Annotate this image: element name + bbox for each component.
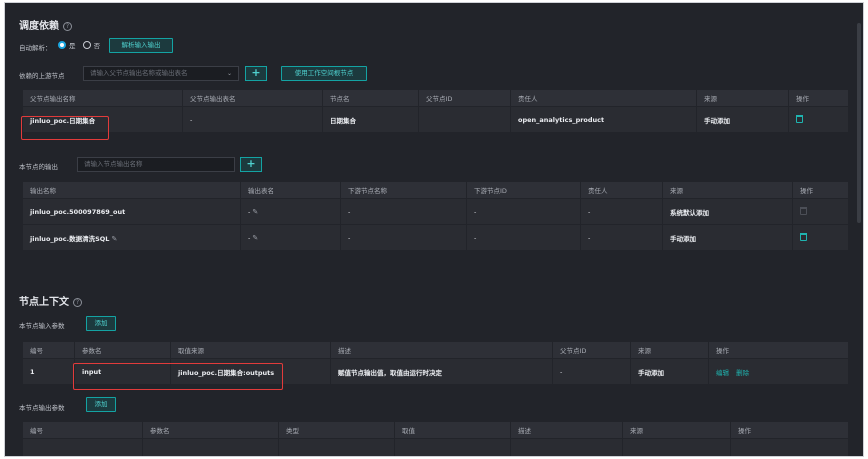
scrollbar[interactable]	[857, 23, 861, 223]
table-row: jinluo_poc.数据清洗SQL ✎ - ✎ - - - 手动添加	[22, 224, 849, 251]
output-params-label: 本节点输出参数	[19, 404, 65, 412]
table-row	[22, 438, 849, 456]
table-header: 父节点输出名称 父节点输出表名 节点名 父节点ID 责任人 来源 操作	[22, 89, 849, 107]
add-input-param-button[interactable]: 添加	[86, 316, 116, 331]
edit-pencil-icon[interactable]: ✎	[252, 234, 258, 242]
upstream-table: 父节点输出名称 父节点输出表名 节点名 父节点ID 责任人 来源 操作 jinl…	[22, 89, 849, 133]
upstream-node-search-input[interactable]: 请输入父节点输出名称或输出表名 ⌄	[83, 66, 239, 81]
edit-pencil-icon[interactable]: ✎	[111, 235, 117, 243]
node-output-label: 本节点的输出	[19, 163, 58, 171]
highlight-box	[73, 363, 283, 390]
output-params-table: 编号 参数名 类型 取值 描述 来源 操作	[22, 421, 849, 456]
output-name-input[interactable]: 请输入节点输出名称	[77, 157, 235, 172]
highlight-box	[21, 116, 109, 140]
chevron-down-icon: ⌄	[226, 70, 232, 77]
parse-io-button[interactable]: 解析输入输出	[109, 38, 173, 53]
add-output-param-button[interactable]: 添加	[86, 397, 116, 412]
table-header: 编号 参数名 取值来源 描述 父节点ID 来源 操作	[22, 341, 849, 359]
input-params-label: 本节点输入参数	[19, 322, 65, 330]
radio-yes[interactable]	[58, 41, 66, 49]
help-icon[interactable]: ?	[63, 22, 72, 31]
table-header: 编号 参数名 类型 取值 描述 来源 操作	[22, 421, 849, 439]
edit-link[interactable]: 编辑	[716, 369, 729, 377]
table-header: 输出名称 输出表名 下游节点名称 下游节点ID 责任人 来源 操作	[22, 181, 849, 199]
add-output-button[interactable]: +	[240, 157, 262, 172]
radio-no[interactable]	[82, 41, 91, 49]
auto-parse-radio-group: 是 否	[58, 40, 100, 50]
add-upstream-button[interactable]: +	[245, 66, 267, 81]
delete-link[interactable]: 删除	[736, 369, 749, 377]
section-title-context: 节点上下文?	[19, 293, 82, 308]
table-row: jinluo_poc.日期集合 - 日期集合 open_analytics_pr…	[22, 106, 849, 133]
section-title-dependencies: 调度依赖?	[19, 17, 72, 32]
delete-icon[interactable]	[796, 114, 803, 123]
upstream-node-label: 依赖的上游节点	[19, 72, 65, 80]
delete-icon-disabled	[800, 206, 807, 215]
auto-parse-label: 自动解析：	[19, 44, 52, 52]
use-workspace-root-button[interactable]: 使用工作空间根节点	[281, 66, 367, 81]
app-frame: 调度依赖? 自动解析： 是 否 解析输入输出 依赖的上游节点 请输入父节点输出名…	[4, 2, 864, 457]
edit-pencil-icon[interactable]: ✎	[252, 208, 258, 216]
help-icon[interactable]: ?	[73, 298, 82, 307]
table-row: jinluo_poc.500097869_out - ✎ - - - 系统默认添加	[22, 198, 849, 225]
output-table: 输出名称 输出表名 下游节点名称 下游节点ID 责任人 来源 操作 jinluo…	[22, 181, 849, 251]
delete-icon[interactable]	[800, 232, 807, 241]
